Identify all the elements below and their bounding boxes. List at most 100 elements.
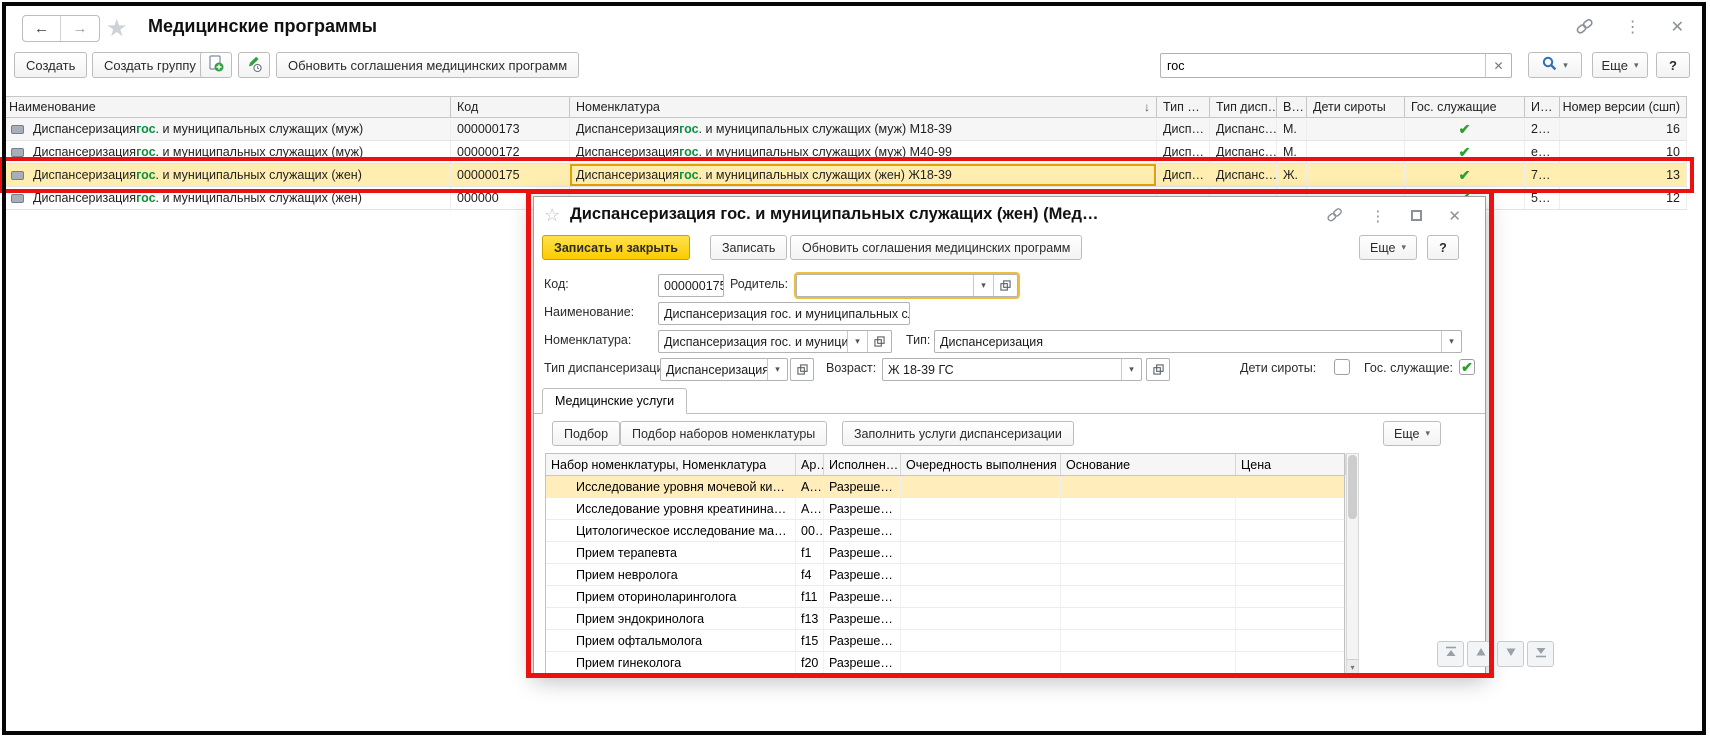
table-row[interactable]: Диспансеризация гос. и муниципальных слу… bbox=[3, 141, 1687, 164]
service-row[interactable]: Прием оториноларингологаf11Разреше… bbox=[546, 586, 1344, 608]
caret-down-icon: ▾ bbox=[1634, 60, 1639, 71]
col-code[interactable]: Код bbox=[451, 97, 570, 117]
save-close-button[interactable]: Записать и закрыть bbox=[542, 235, 690, 260]
name-field[interactable]: Диспансеризация гос. и муниципальных слу… bbox=[658, 302, 910, 325]
col-set-nomenclature[interactable]: Набор номенклатуры, Номенклатура bbox=[546, 454, 796, 475]
pick-button[interactable]: Подбор bbox=[552, 421, 620, 446]
service-row-selected[interactable]: Исследование уровня мочевой ки…А…Разреше… bbox=[546, 476, 1344, 498]
scroll-up-icon bbox=[1475, 645, 1487, 663]
col-price[interactable]: Цена bbox=[1236, 454, 1346, 475]
choose-button[interactable] bbox=[790, 358, 814, 381]
tab-medical-services[interactable]: Медицинские услуги bbox=[542, 388, 687, 414]
type-combo[interactable]: Диспансеризация ▾ bbox=[934, 330, 1462, 353]
dropdown-icon[interactable]: ▾ bbox=[1121, 359, 1141, 380]
col-basis[interactable]: Основание bbox=[1061, 454, 1236, 475]
col-type[interactable]: Тип … bbox=[1157, 97, 1210, 117]
update-agreements-button[interactable]: Обновить соглашения медицинских программ bbox=[790, 235, 1082, 260]
choose-icon[interactable] bbox=[867, 331, 891, 352]
back-button[interactable]: ← bbox=[23, 16, 61, 41]
favorite-star-icon[interactable]: ☆ bbox=[544, 205, 560, 226]
choose-button[interactable] bbox=[1146, 358, 1170, 381]
scroll-up-button[interactable] bbox=[1467, 641, 1494, 667]
check-icon: ✔ bbox=[1459, 145, 1471, 159]
search-field[interactable]: гос ✕ bbox=[1160, 53, 1512, 78]
col-nomenclature[interactable]: Номенклатура↓ bbox=[570, 97, 1157, 117]
dialog-help-button[interactable]: ? bbox=[1427, 235, 1459, 260]
search-input[interactable]: гос bbox=[1161, 54, 1485, 77]
col-i[interactable]: И… bbox=[1525, 97, 1560, 117]
col-order[interactable]: Очередность выполнения bbox=[901, 454, 1061, 475]
col-art[interactable]: Ар… bbox=[796, 454, 824, 475]
dialog-more-button[interactable]: Еще▾ bbox=[1359, 235, 1417, 260]
close-window-icon[interactable]: ✕ bbox=[1671, 20, 1684, 36]
scroll-to-bottom-button[interactable] bbox=[1527, 641, 1554, 667]
more-button[interactable]: Еще▾ bbox=[1592, 52, 1648, 78]
link-icon[interactable] bbox=[1326, 207, 1344, 225]
dropdown-icon[interactable]: ▾ bbox=[847, 331, 867, 352]
orphans-checkbox[interactable] bbox=[1334, 359, 1350, 375]
update-agreements-button[interactable]: Обновить соглашения медицинских программ bbox=[276, 52, 579, 78]
service-row[interactable]: Исследование уровня креатинина…А…Разреше… bbox=[546, 498, 1344, 520]
edit-history-button[interactable] bbox=[238, 52, 270, 78]
col-name[interactable]: Наименование bbox=[3, 97, 451, 117]
forward-button[interactable]: → bbox=[61, 16, 99, 41]
more-menu-icon[interactable]: ⋮ bbox=[1625, 20, 1641, 36]
link-icon[interactable] bbox=[1575, 18, 1595, 38]
create-group-button[interactable]: Создать группу bbox=[92, 52, 208, 78]
service-row[interactable]: Прием терапевтаf1Разреше… bbox=[546, 542, 1344, 564]
orphans-label: Дети сироты: bbox=[1240, 361, 1316, 375]
favorite-star-icon[interactable]: ★ bbox=[106, 14, 128, 43]
close-dialog-icon[interactable]: ✕ bbox=[1448, 209, 1461, 224]
col-version[interactable]: Номер версии (сшп) bbox=[1560, 97, 1687, 117]
copy-item-button[interactable] bbox=[200, 52, 232, 78]
search-clear-icon[interactable]: ✕ bbox=[1485, 54, 1511, 77]
service-row[interactable]: Прием неврологаf4Разреше… bbox=[546, 564, 1344, 586]
parent-combo[interactable]: ▾ bbox=[796, 274, 1018, 297]
dialog-form: Код: 000000175 Родитель: ▾ Наименование:… bbox=[534, 269, 1485, 387]
col-age[interactable]: В… bbox=[1277, 97, 1307, 117]
service-row[interactable]: Прием гинекологаf20Разреше… bbox=[546, 652, 1344, 674]
scrollbar-down-icon[interactable]: ▾ bbox=[1347, 659, 1358, 674]
create-button[interactable]: Создать bbox=[14, 52, 87, 78]
list-nav-buttons bbox=[1437, 641, 1554, 667]
scroll-to-top-button[interactable] bbox=[1437, 641, 1464, 667]
table-row-selected[interactable]: Диспансеризация гос. и муниципальных слу… bbox=[3, 164, 1687, 187]
type-disp-combo[interactable]: Диспансеризация Гос./ ▾ bbox=[660, 358, 788, 381]
dropdown-icon[interactable]: ▾ bbox=[973, 275, 993, 296]
maximize-icon[interactable] bbox=[1411, 209, 1422, 224]
col-orphans[interactable]: Дети сироты bbox=[1307, 97, 1405, 117]
search-match: гос bbox=[136, 191, 155, 205]
service-row[interactable]: Прием офтальмологаf15Разреше… bbox=[546, 630, 1344, 652]
help-button[interactable]: ? bbox=[1656, 52, 1690, 78]
code-field[interactable]: 000000175 bbox=[658, 274, 724, 297]
col-exec[interactable]: Исполнен… bbox=[824, 454, 901, 475]
more-menu-icon[interactable]: ⋮ bbox=[1370, 209, 1385, 224]
dropdown-icon[interactable]: ▾ bbox=[1441, 331, 1461, 352]
col-gos[interactable]: Гос. служащие bbox=[1405, 97, 1525, 117]
choose-icon bbox=[791, 359, 813, 380]
fill-services-button[interactable]: Заполнить услуги диспансеризации bbox=[842, 421, 1074, 446]
search-button[interactable]: ▾ bbox=[1528, 52, 1582, 78]
search-match: гос bbox=[136, 122, 155, 136]
dialog-title: Диспансеризация гос. и муниципальных слу… bbox=[570, 205, 1340, 224]
age-combo[interactable]: Ж 18-39 ГС ▾ bbox=[882, 358, 1142, 381]
table-row[interactable]: Диспансеризация гос. и муниципальных слу… bbox=[3, 118, 1687, 141]
col-type-disp[interactable]: Тип дисп… bbox=[1210, 97, 1277, 117]
scroll-down-button[interactable] bbox=[1497, 641, 1524, 667]
services-more-button[interactable]: Еще▾ bbox=[1383, 421, 1441, 446]
nomenclature-combo[interactable]: Диспансеризация гос. и муниципальных слу… bbox=[658, 330, 892, 353]
nomenclature-label: Номенклатура: bbox=[544, 333, 631, 347]
scroll-top-icon bbox=[1445, 645, 1457, 663]
service-row[interactable]: Цитологическое исследование ма…00…Разреш… bbox=[546, 520, 1344, 542]
gos-checkbox[interactable]: ✔ bbox=[1459, 359, 1475, 375]
services-scrollbar[interactable]: ▾ bbox=[1346, 453, 1359, 674]
save-button[interactable]: Записать bbox=[710, 235, 787, 260]
choose-icon[interactable] bbox=[993, 275, 1017, 296]
dropdown-icon[interactable]: ▾ bbox=[767, 359, 787, 380]
check-icon: ✔ bbox=[1459, 122, 1471, 136]
scrollbar-thumb[interactable] bbox=[1348, 455, 1357, 519]
service-row[interactable]: Прием эндокринологаf13Разреше… bbox=[546, 608, 1344, 630]
type-disp-label: Тип диспансеризации: bbox=[544, 361, 674, 375]
caret-down-icon: ▾ bbox=[1425, 428, 1430, 439]
pick-sets-button[interactable]: Подбор наборов номенклатуры bbox=[620, 421, 827, 446]
